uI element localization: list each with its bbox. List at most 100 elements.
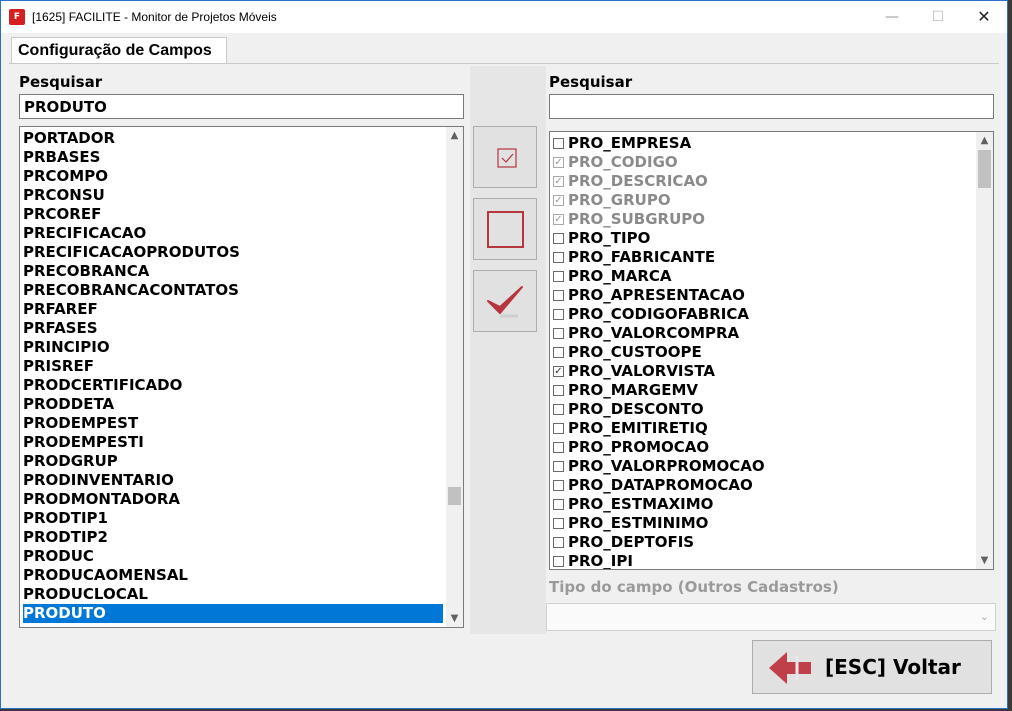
checkbox-icon[interactable] (553, 537, 564, 548)
list-item[interactable]: PRBASES (23, 148, 443, 167)
list-item[interactable]: PRECIFICACAOPRODUTOS (23, 243, 443, 262)
chevron-down-icon: ⌄ (979, 610, 989, 623)
scroll-down-icon[interactable]: ▼ (446, 610, 463, 627)
check-all-icon (497, 148, 517, 168)
checkbox-icon[interactable] (553, 271, 564, 282)
tipo-campo-select[interactable]: ⌄ (546, 603, 996, 631)
right-search-label: Pesquisar (549, 73, 633, 91)
checkbox-checked-icon: ✓ (553, 176, 564, 187)
checkbox-icon[interactable] (553, 385, 564, 396)
checkbox-icon[interactable] (553, 518, 564, 529)
tab-bar: Configuração de Campos (9, 37, 999, 64)
checkbox-icon[interactable] (553, 423, 564, 434)
list-item[interactable]: PRODUTO (23, 604, 443, 623)
list-item[interactable]: PRCONSU (23, 186, 443, 205)
list-item[interactable]: PRECIFICACAO (23, 224, 443, 243)
field-name: PRO_FABRICANTE (568, 248, 716, 266)
checkbox-icon[interactable] (553, 556, 564, 567)
list-item[interactable]: PRODTIP1 (23, 509, 443, 528)
list-item[interactable]: PORTADOR (23, 129, 443, 148)
app-icon: F (9, 9, 25, 25)
scroll-thumb[interactable] (448, 487, 461, 505)
empty-box-icon (487, 211, 524, 248)
list-item[interactable]: PRINCIPIO (23, 338, 443, 357)
field-name: PRO_ESTMAXIMO (568, 495, 714, 513)
field-name: PRO_VALORCOMPRA (568, 324, 740, 342)
list-item[interactable]: PRODGRUP (23, 452, 443, 471)
field-name: PRO_ESTMINIMO (568, 514, 709, 532)
voltar-button[interactable]: [ESC] Voltar (752, 640, 992, 694)
left-list-scrollbar[interactable]: ▲ ▼ (446, 127, 463, 627)
list-item[interactable]: PRODUC (23, 547, 443, 566)
list-item[interactable]: PRODUCAOMENSAL (23, 566, 443, 585)
scroll-up-icon[interactable]: ▲ (976, 132, 993, 149)
checkbox-icon[interactable] (553, 309, 564, 320)
field-name: PRO_MARCA (568, 267, 672, 285)
list-item[interactable]: PRECOBRANCA (23, 262, 443, 281)
checkbox-icon[interactable] (553, 442, 564, 453)
list-item[interactable]: PRODUCLOCAL (23, 585, 443, 604)
confirm-button[interactable] (473, 270, 537, 332)
checkbox-icon[interactable] (553, 233, 564, 244)
list-item[interactable]: PRODEMPESTI (23, 433, 443, 452)
close-button[interactable]: ✕ (961, 1, 1007, 33)
table-list[interactable]: PRODUTO PRODUCLOCAL PRODUCAOMENSAL PRODUC PR… (19, 126, 464, 628)
field-name: PRO_VALORPROMOCAO (568, 457, 765, 475)
field-name: PRO_DESCRICAO (568, 172, 708, 190)
field-name: PRO_GRUPO (568, 191, 671, 209)
checkbox-icon[interactable] (553, 290, 564, 301)
field-name: PRO_MARGEMV (568, 381, 698, 399)
field-name: PRO_APRESENTACAO (568, 286, 745, 304)
checkbox-icon[interactable] (553, 499, 564, 510)
field-name: PRO_DATAPROMOCAO (568, 476, 753, 494)
field-name: PRO_EMITIRETIQ (568, 419, 708, 437)
list-item[interactable]: PRECOBRANCACONTATOS (23, 281, 443, 300)
field-name: PRO_EMPRESA (568, 134, 692, 152)
list-item[interactable]: PRODEMPEST (23, 414, 443, 433)
checkbox-icon[interactable] (553, 480, 564, 491)
checkbox-icon[interactable] (553, 461, 564, 472)
back-arrow-icon (769, 652, 811, 684)
field-name: PRO_DEPTOFIS (568, 533, 695, 551)
checkbox-checked-icon[interactable]: ✓ (553, 366, 564, 377)
field-name: PRO_DESCONTO (568, 400, 704, 418)
left-search-label: Pesquisar (19, 73, 103, 91)
checkbox-icon[interactable] (553, 404, 564, 415)
field-checklist[interactable]: PRO_IPI PRO_DEPTOFIS PRO_ESTMINIMO PRO_ESTM… (549, 131, 994, 570)
field-name: PRO_CUSTOOPE (568, 343, 702, 361)
list-item[interactable]: PRODMONTADORA (23, 490, 443, 509)
scroll-thumb[interactable] (978, 150, 991, 188)
checkbox-icon[interactable] (553, 252, 564, 263)
scroll-down-icon[interactable]: ▼ (976, 552, 993, 569)
field-name: PRO_CODIGOFABRICA (568, 305, 749, 323)
checkbox-checked-icon: ✓ (553, 157, 564, 168)
check-all-button[interactable] (473, 126, 537, 188)
right-search-input[interactable] (549, 94, 994, 119)
field-name: PRO_VALORVISTA (568, 362, 715, 380)
left-search-input[interactable] (19, 94, 464, 119)
list-item[interactable]: PRFASES (23, 319, 443, 338)
checkbox-icon[interactable] (553, 328, 564, 339)
field-name: PRO_TIPO (568, 229, 651, 247)
checkbox-checked-icon: ✓ (553, 214, 564, 225)
checkmark-icon (487, 286, 523, 318)
tab-configuracao-campos[interactable]: Configuração de Campos (11, 37, 227, 63)
list-item[interactable]: PRODDETA (23, 395, 443, 414)
maximize-button[interactable]: ☐ (915, 1, 961, 33)
list-item[interactable]: PRODCERTIFICADO (23, 376, 443, 395)
list-item[interactable]: PRCOMPO (23, 167, 443, 186)
checkbox-icon[interactable] (553, 138, 564, 149)
right-list-scrollbar[interactable]: ▲ ▼ (976, 132, 993, 569)
list-item[interactable]: PRISREF (23, 357, 443, 376)
uncheck-all-button[interactable] (473, 198, 537, 260)
tipo-campo-label: Tipo do campo (Outros Cadastros) (549, 578, 839, 596)
list-item[interactable]: PRCOREF (23, 205, 443, 224)
scroll-up-icon[interactable]: ▲ (446, 127, 463, 144)
minimize-button[interactable]: — (869, 1, 915, 33)
field-name: PRO_PROMOCAO (568, 438, 710, 456)
field-name: PRO_CODIGO (568, 153, 678, 171)
list-item[interactable]: PRODINVENTARIO (23, 471, 443, 490)
list-item[interactable]: PRFAREF (23, 300, 443, 319)
list-item[interactable]: PRODTIP2 (23, 528, 443, 547)
checkbox-icon[interactable] (553, 347, 564, 358)
